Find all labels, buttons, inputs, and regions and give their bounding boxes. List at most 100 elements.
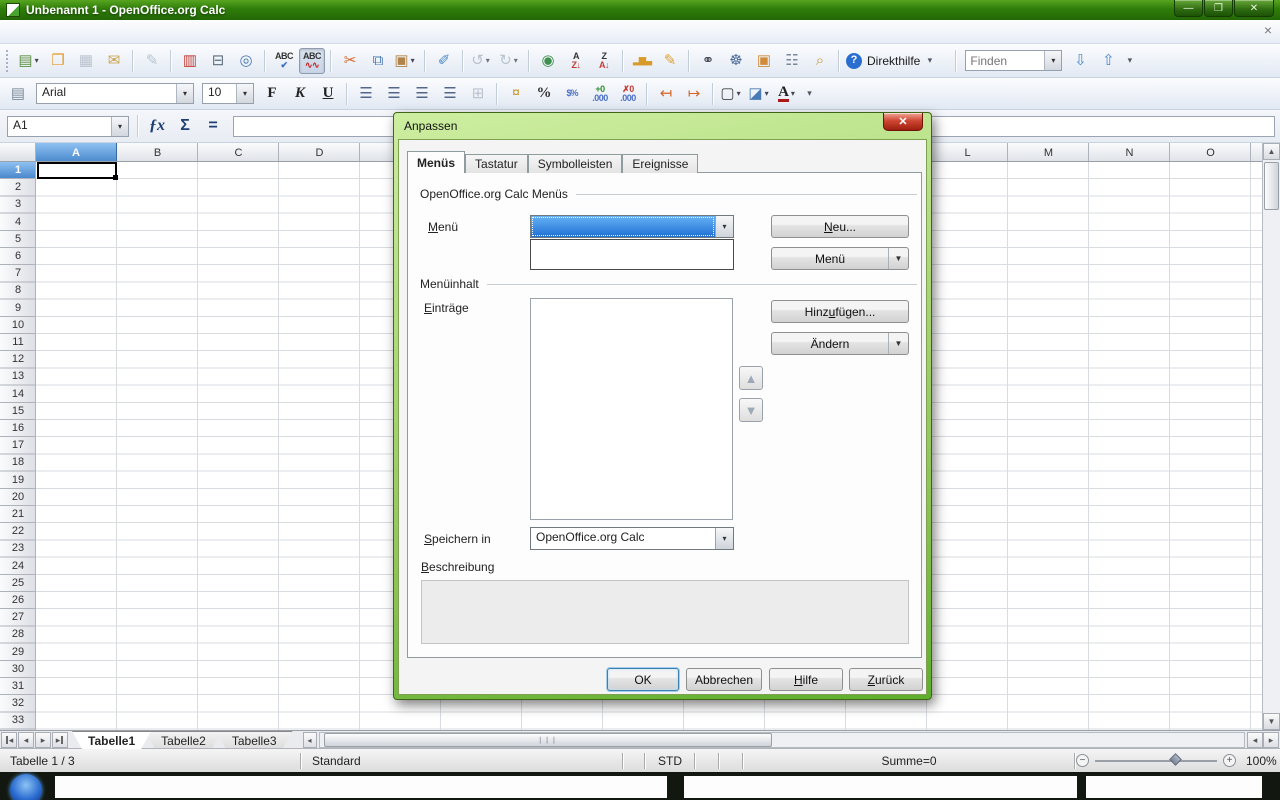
bold-icon[interactable]: F bbox=[259, 81, 285, 107]
menu-combo[interactable]: ▾ bbox=[530, 215, 734, 238]
active-cell[interactable] bbox=[37, 162, 117, 179]
row-header-11[interactable]: 11 bbox=[0, 334, 36, 350]
row-header-8[interactable]: 8 bbox=[0, 282, 36, 298]
open-icon[interactable]: ❒ bbox=[45, 48, 71, 74]
scroll-down-icon[interactable]: ▼ bbox=[1263, 713, 1280, 730]
taskbar-item[interactable] bbox=[55, 776, 667, 798]
new-document-icon[interactable]: ▤▾ bbox=[17, 48, 43, 74]
row-header-13[interactable]: 13 bbox=[0, 368, 36, 384]
export-pdf-icon[interactable]: ▥ bbox=[177, 48, 203, 74]
column-header-d[interactable]: D bbox=[279, 143, 360, 162]
restore-button[interactable]: ❐ bbox=[1204, 0, 1233, 17]
start-orb-icon[interactable] bbox=[10, 774, 42, 800]
toolbar-handle[interactable] bbox=[6, 50, 10, 72]
standard-format-icon[interactable]: $% bbox=[559, 81, 585, 107]
zoom-in-icon[interactable]: + bbox=[1223, 754, 1236, 767]
document-close-icon[interactable]: × bbox=[1264, 23, 1272, 37]
dropdown-arrow[interactable]: ▾ bbox=[35, 57, 42, 65]
row-header-5[interactable]: 5 bbox=[0, 231, 36, 247]
reset-button[interactable]: Zurück bbox=[849, 668, 923, 691]
dropdown-arrow[interactable]: ▾ bbox=[765, 90, 772, 98]
page-preview-icon[interactable]: ◎ bbox=[233, 48, 259, 74]
row-header-22[interactable]: 22 bbox=[0, 523, 36, 539]
row-header-3[interactable]: 3 bbox=[0, 196, 36, 212]
add-button[interactable]: Hinzufügen... bbox=[771, 300, 909, 323]
align-justified-icon[interactable]: ☰ bbox=[437, 81, 463, 107]
font-size-combo[interactable]: 10 ▾ bbox=[202, 83, 254, 104]
menu-actions-button[interactable]: Menü ▼ bbox=[771, 247, 909, 270]
dropdown-arrow[interactable]: ▾ bbox=[737, 90, 744, 98]
column-header-l[interactable]: L bbox=[927, 143, 1008, 162]
direct-help-button[interactable]: ?Direkthilfe bbox=[845, 48, 921, 74]
row-header-26[interactable]: 26 bbox=[0, 592, 36, 608]
taskbar-item[interactable] bbox=[1086, 776, 1262, 798]
background-color-icon[interactable]: ◪▾ bbox=[747, 81, 773, 107]
formatting-toolbar-overflow[interactable]: ▾ bbox=[803, 81, 816, 107]
increase-indent-icon[interactable]: ↦ bbox=[681, 81, 707, 107]
ok-button[interactable]: OK bbox=[607, 668, 679, 691]
row-header-18[interactable]: 18 bbox=[0, 454, 36, 470]
row-header-12[interactable]: 12 bbox=[0, 351, 36, 367]
row-header-14[interactable]: 14 bbox=[0, 386, 36, 402]
name-box[interactable]: A1 ▾ bbox=[7, 116, 129, 137]
chevron-down-icon[interactable]: ▼ bbox=[888, 248, 908, 269]
horizontal-scrollbar[interactable]: ❘❘❘ bbox=[319, 732, 1245, 748]
sort-ascending-icon[interactable]: AZ↓ bbox=[563, 48, 589, 74]
column-header-c[interactable]: C bbox=[198, 143, 279, 162]
sheet-tab-tabelle1[interactable]: Tabelle1 bbox=[72, 731, 151, 749]
row-header-21[interactable]: 21 bbox=[0, 506, 36, 522]
menu-combo-open-list[interactable] bbox=[530, 239, 734, 270]
chevron-down-icon[interactable]: ▾ bbox=[715, 216, 733, 237]
zoom-level[interactable]: 100% bbox=[1236, 754, 1280, 768]
tab-first-button[interactable]: ◂ bbox=[1, 732, 17, 748]
row-header-10[interactable]: 10 bbox=[0, 317, 36, 333]
row-header-28[interactable]: 28 bbox=[0, 626, 36, 642]
chevron-down-icon[interactable]: ▾ bbox=[111, 117, 128, 136]
tab-ereignisse[interactable]: Ereignisse bbox=[622, 154, 698, 173]
tab-split-handle[interactable]: ◂ bbox=[303, 732, 317, 748]
currency-format-icon[interactable]: ¤ bbox=[503, 81, 529, 107]
zoom-icon[interactable]: ⌕ bbox=[807, 48, 833, 74]
navigator-icon[interactable]: ☸ bbox=[723, 48, 749, 74]
function-wizard-icon[interactable]: ƒx bbox=[143, 114, 171, 138]
column-header-n[interactable]: N bbox=[1089, 143, 1170, 162]
dropdown-arrow[interactable]: ▾ bbox=[486, 57, 493, 65]
email-icon[interactable]: ✉ bbox=[101, 48, 127, 74]
tab-menus[interactable]: Menüs bbox=[407, 151, 465, 173]
row-header-15[interactable]: 15 bbox=[0, 403, 36, 419]
column-header-o[interactable]: O bbox=[1170, 143, 1251, 162]
tab-symbolleisten[interactable]: Symbolleisten bbox=[528, 154, 623, 173]
row-header-32[interactable]: 32 bbox=[0, 695, 36, 711]
selection-mode[interactable]: STD bbox=[646, 754, 694, 768]
align-right-icon[interactable]: ☰ bbox=[409, 81, 435, 107]
row-header-2[interactable]: 2 bbox=[0, 179, 36, 195]
row-header-25[interactable]: 25 bbox=[0, 575, 36, 591]
chart-icon[interactable]: ▂▆▃ bbox=[629, 48, 655, 74]
align-center-icon[interactable]: ☰ bbox=[381, 81, 407, 107]
column-header-b[interactable]: B bbox=[117, 143, 198, 162]
align-left-icon[interactable]: ☰ bbox=[353, 81, 379, 107]
row-header-19[interactable]: 19 bbox=[0, 472, 36, 488]
scroll-left-icon[interactable]: ◂ bbox=[1247, 732, 1263, 748]
new-menu-button[interactable]: Neu... bbox=[771, 215, 909, 238]
tab-tastatur[interactable]: Tastatur bbox=[465, 154, 528, 173]
row-header-33[interactable]: 33 bbox=[0, 712, 36, 728]
italic-icon[interactable]: K bbox=[287, 81, 313, 107]
tab-last-button[interactable]: ▸ bbox=[52, 732, 68, 748]
clone-formatting-icon[interactable]: ✐ bbox=[431, 48, 457, 74]
gallery-icon[interactable]: ▣ bbox=[751, 48, 777, 74]
tab-prev-button[interactable]: ◂ bbox=[18, 732, 34, 748]
sheet-tab-tabelle2[interactable]: Tabelle2 bbox=[145, 731, 222, 749]
row-header-9[interactable]: 9 bbox=[0, 300, 36, 316]
cut-icon[interactable]: ✂ bbox=[337, 48, 363, 74]
find-dropdown-button[interactable]: ▾ bbox=[1044, 51, 1061, 70]
zoom-slider[interactable] bbox=[1095, 760, 1217, 762]
select-all-corner[interactable] bbox=[0, 143, 36, 162]
row-header-24[interactable]: 24 bbox=[0, 558, 36, 574]
datasources-icon[interactable]: ☷ bbox=[779, 48, 805, 74]
standard-toolbar-overflow[interactable]: ▾ bbox=[923, 48, 936, 74]
taskbar-item[interactable] bbox=[684, 776, 1077, 798]
find-toolbar-overflow[interactable]: ▾ bbox=[1123, 48, 1136, 74]
print-icon[interactable]: ⊟ bbox=[205, 48, 231, 74]
zoom-slider-thumb[interactable] bbox=[1169, 753, 1182, 766]
